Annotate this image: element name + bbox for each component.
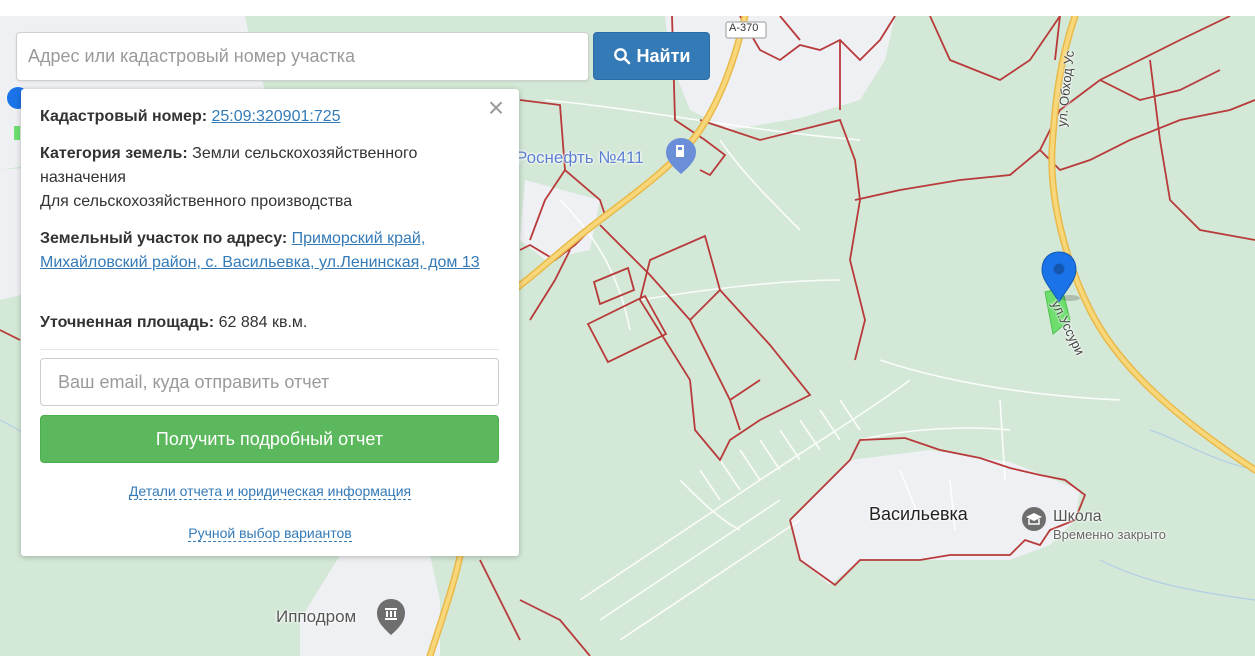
search-button[interactable]: Найти [593, 32, 710, 80]
address-label: Земельный участок по адресу: [40, 230, 288, 247]
manual-link-row: Ручной выбор вариантов [21, 525, 519, 542]
hippodrome-label[interactable]: Ипподром [276, 607, 356, 627]
search-button-label: Найти [636, 45, 691, 66]
address-row: Земельный участок по адресу: Приморский … [40, 227, 502, 275]
village-label[interactable]: Васильевка [869, 504, 968, 525]
details-link-row: Детали отчета и юридическая информация [21, 483, 519, 500]
area-label: Уточненная площадь: [40, 314, 215, 331]
poi-left-green [14, 126, 20, 140]
school-label[interactable]: Школа [1053, 508, 1102, 526]
road-label-a370: А-370 [729, 22, 759, 34]
cadastre-row: Кадастровый номер: 25:09:320901:725 [40, 105, 502, 129]
gas-station-label[interactable]: Роснефть №411 [516, 148, 644, 168]
school-icon[interactable] [1022, 507, 1046, 531]
manual-selection-link[interactable]: Ручной выбор вариантов [188, 525, 352, 542]
get-report-button[interactable]: Получить подробный отчет [40, 415, 499, 463]
details-link[interactable]: Детали отчета и юридическая информация [128, 483, 412, 500]
map-view: А-370 Роснефть №411 ул. Обход Ус ул.Уссу… [0, 0, 1255, 656]
area-value: 62 884 кв.м. [218, 314, 308, 331]
cadastre-link[interactable]: 25:09:320901:725 [212, 108, 341, 125]
area-row: Уточненная площадь: 62 884 кв.м. [40, 311, 502, 335]
category-row: Категория земель: Земли сельскохозяйстве… [40, 142, 502, 214]
parcel-info-popup: × Кадастровый номер: 25:09:320901:725 Ка… [21, 89, 519, 556]
popup-divider [40, 349, 499, 350]
usage-value: Для сельскохозяйственного производства [40, 193, 353, 210]
search-icon [613, 48, 630, 65]
email-field[interactable] [40, 358, 499, 406]
category-label: Категория земель: [40, 145, 188, 162]
cadastre-label: Кадастровый номер: [40, 108, 208, 125]
top-strip [0, 0, 1255, 16]
search-input[interactable] [16, 32, 589, 81]
school-status-label: Временно закрыто [1053, 527, 1166, 542]
